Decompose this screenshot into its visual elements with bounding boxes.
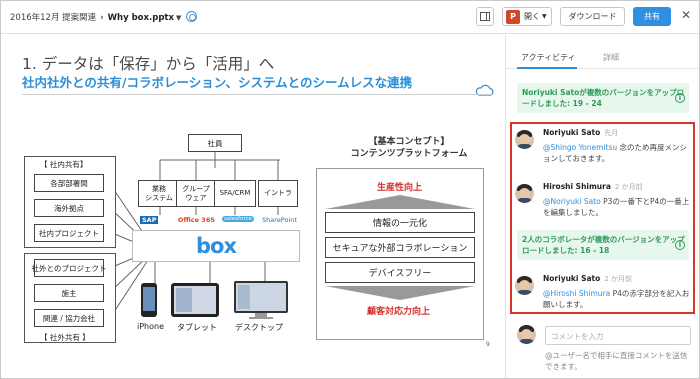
- external-item: 施主: [34, 284, 104, 302]
- external-group-title: 【 社外共有 】: [40, 333, 90, 342]
- device-label: タブレット: [177, 323, 217, 332]
- concept-bar: デバイスフリー: [325, 262, 475, 283]
- comment-meta: Noriyuki Sato 先月: [543, 128, 618, 138]
- info-icon[interactable]: i: [675, 93, 685, 103]
- concept-title: 【基本コンセプト】 コンテンツプラットフォーム: [350, 137, 468, 159]
- salesforce-logo: salesforce: [222, 216, 254, 222]
- slide-page-number: 9: [486, 341, 490, 348]
- internal-group-title: 【 社内共有】: [40, 160, 88, 169]
- external-item: 社外とのプロジェクト: [32, 259, 106, 277]
- comment-author[interactable]: Noriyuki Sato: [543, 274, 600, 283]
- system-box: グループ ウェア: [176, 180, 216, 207]
- tablet-icon: [171, 283, 219, 317]
- active-tab-indicator: [517, 67, 577, 69]
- version-upload-notice: 2人のコラボレータが複数のバージョンをアップロードしました: 16 - 18 i: [517, 230, 689, 260]
- comment-time: 2 か月前: [614, 183, 643, 191]
- comment-item: Noriyuki Sato 2 か月前 @Hiroshi Shimura P4の赤…: [515, 274, 691, 310]
- internal-item: 各部部署間: [34, 174, 104, 192]
- system-box: 業務 システム: [138, 180, 180, 207]
- tab-activity[interactable]: アクティビティ: [521, 52, 576, 63]
- comment-author[interactable]: Hiroshi Shimura: [543, 182, 611, 191]
- avatar[interactable]: [515, 184, 534, 203]
- comment-meta: Hiroshi Shimura 2 か月前: [543, 182, 643, 192]
- mention-link[interactable]: @Hiroshi Shimura: [543, 289, 610, 298]
- info-icon[interactable]: i: [675, 240, 685, 250]
- desktop-icon: [234, 281, 288, 319]
- device-label: デスクトップ: [235, 323, 283, 332]
- box-logo: box: [196, 234, 237, 258]
- system-box: SFA/CRM: [214, 180, 256, 207]
- comment-input[interactable]: コメントを入力: [545, 326, 691, 345]
- employee-box: 社員: [188, 134, 242, 152]
- device-label: iPhone: [137, 322, 165, 331]
- internal-item: 海外拠点: [34, 199, 104, 217]
- comment-time: 先月: [604, 129, 619, 137]
- notice-text: 2人のコラボレータが複数のバージョンをアップロードしました: 16 - 18: [522, 235, 685, 255]
- comment-meta: Noriyuki Sato 2 か月前: [543, 274, 632, 284]
- current-user: [517, 323, 541, 347]
- version-upload-notice: Noriyuki Satoが複数のバージョンをアップロードしました: 19 - …: [517, 83, 689, 113]
- avatar[interactable]: [515, 276, 534, 295]
- internal-item: 社内プロジェクト: [34, 224, 104, 242]
- comment-text: @Noriyuki Sato P3の一番下とP4の一番上を編集しました。: [543, 197, 690, 218]
- avatar[interactable]: [515, 130, 534, 149]
- comment-item: Noriyuki Sato 先月 @Shingo Yonemitsu 念のため再度…: [515, 128, 691, 172]
- comment-author[interactable]: Noriyuki Sato: [543, 128, 600, 137]
- mention-link[interactable]: @Shingo Yonemitsu: [543, 143, 617, 152]
- comment-text: @Shingo Yonemitsu 念のため再度メンションしておきます。: [543, 143, 688, 164]
- arrow-up-icon: [325, 195, 475, 209]
- notice-text: Noriyuki Satoが複数のバージョンをアップロードしました: 19 - …: [522, 88, 685, 108]
- tab-details[interactable]: 詳細: [603, 52, 619, 63]
- sap-logo: SAP: [140, 216, 159, 224]
- office365-logo: Office 365: [178, 216, 215, 224]
- comment-text: @Hiroshi Shimura P4の赤字部分を記入お願いします。: [543, 289, 690, 310]
- comment-item: Hiroshi Shimura 2 か月前 @Noriyuki Sato P3の一…: [515, 182, 691, 226]
- iphone-icon: [141, 283, 157, 317]
- comment-help-text: @ユーザー名で相手に直接コメントを送信できます。: [545, 351, 688, 371]
- concept-bottom: 顧客対応力向上: [367, 307, 431, 317]
- arrow-down-icon: [325, 286, 475, 300]
- mention-link[interactable]: @Noriyuki Sato: [543, 197, 601, 206]
- concept-bar: セキュアな外部コラボレーション: [325, 237, 475, 258]
- avatar: [517, 325, 536, 344]
- system-box: イントラ: [258, 180, 298, 207]
- concept-top: 生産性向上: [377, 183, 423, 193]
- sharepoint-logo: SharePoint: [262, 216, 297, 224]
- concept-bar: 情報の一元化: [325, 212, 475, 233]
- external-item: 関連 / 協力会社: [34, 309, 104, 327]
- comment-time: 2 か月前: [604, 275, 632, 283]
